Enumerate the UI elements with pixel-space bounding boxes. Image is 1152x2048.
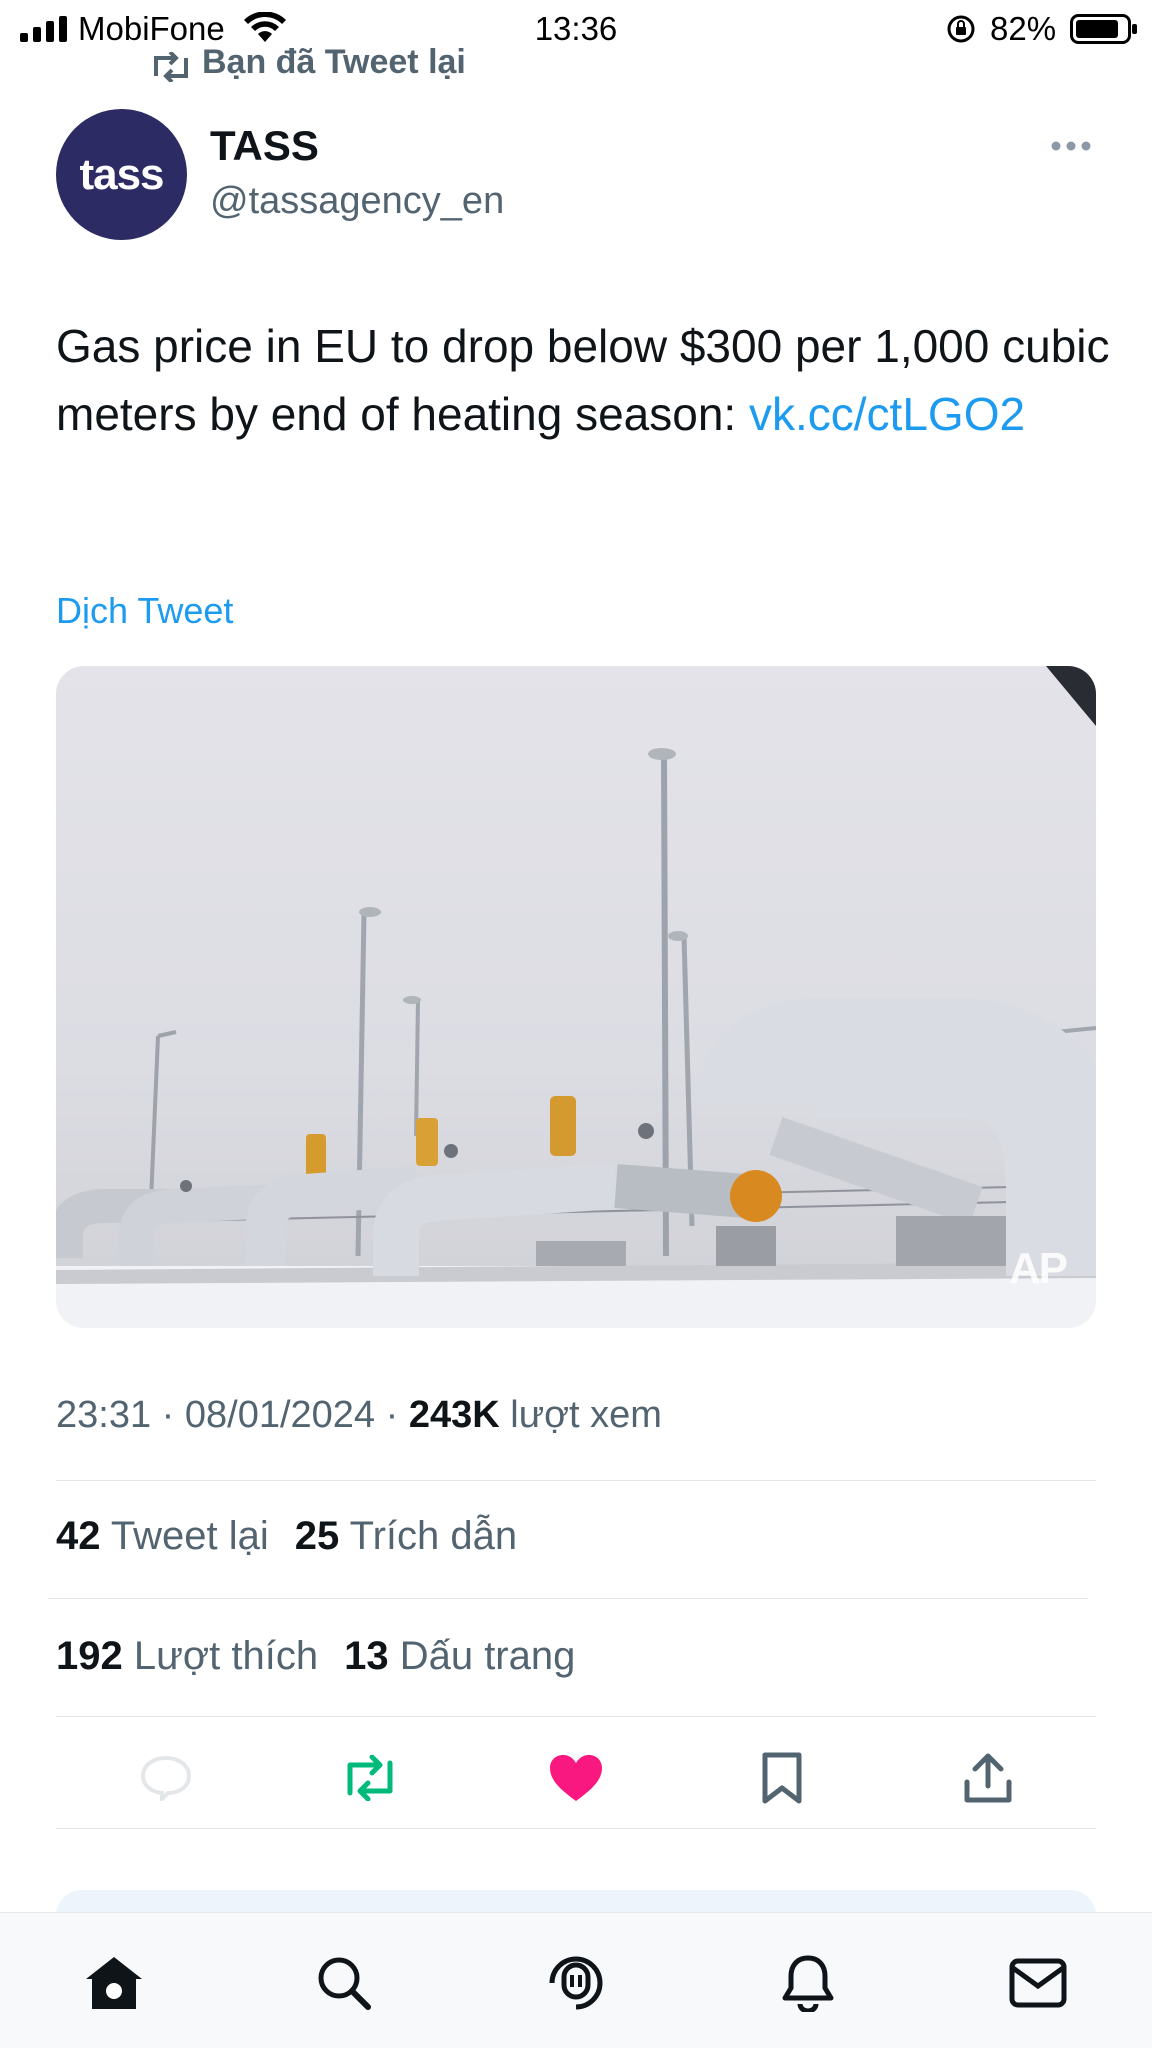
search-icon [318,1957,371,2010]
tab-home[interactable] [84,1953,144,2013]
battery-icon [1070,14,1137,44]
tweet-text: Gas price in EU to drop below $300 per 1… [56,312,1116,448]
share-icon [964,1753,1012,1803]
quotes-count: 25 [294,1514,340,1558]
tab-spaces[interactable] [546,1953,606,2013]
author-name[interactable]: TASS [210,122,319,170]
bookmarks-count: 13 [344,1634,389,1678]
quotes-stat[interactable]: 25 Trích dẫn [295,1514,517,1559]
avatar-logo: tass [79,149,164,199]
bookmarks-label: Dấu trang [399,1634,576,1678]
more-options-icon[interactable] [1050,136,1092,156]
tweet-meta: 23:31 · 08/01/2024 · 243K lượt xem [56,1394,662,1437]
like-stats: 192 Lượt thích 13 Dấu trang [56,1634,575,1679]
translate-tweet-link[interactable]: Dịch Tweet [56,590,233,632]
retweet-stats: 42 Tweet lại 25 Trích dẫn [56,1514,517,1559]
bookmarks-stat[interactable]: 13 Dấu trang [344,1634,575,1679]
tweet-date: 08/01/2024 [184,1394,376,1436]
like-button[interactable] [546,1752,606,1804]
notifications-icon [782,1955,834,2012]
like-icon [550,1755,602,1801]
retweet-button[interactable] [340,1752,400,1804]
quotes-label: Trích dẫn [349,1514,518,1558]
home-icon [86,1957,142,2009]
tab-notifications[interactable] [778,1953,838,2013]
orientation-lock-icon [947,15,975,43]
avatar[interactable]: tass [56,109,187,240]
author-handle[interactable]: @tassagency_en [210,180,504,223]
photo-credit: AP [1008,1244,1068,1293]
tweet-photo[interactable]: AP [56,666,1096,1328]
spaces-icon [549,1956,603,2010]
bookmark-button[interactable] [752,1752,812,1804]
bookmark-icon [762,1752,802,1804]
pipeline-photo [56,666,1096,1328]
social-context: Bạn đã Tweet lại [150,42,466,82]
divider [56,1828,1096,1829]
retweets-stat[interactable]: 42 Tweet lại [56,1514,269,1559]
bottom-tab-bar [0,1912,1152,2048]
tweet-time: 23:31 [56,1394,152,1436]
retweets-count: 42 [56,1514,101,1558]
messages-icon [1009,1958,1067,2008]
retweets-label: Tweet lại [110,1514,269,1558]
tweet-link[interactable]: vk.cc/ctLGO2 [749,388,1025,440]
views-label: lượt xem [510,1394,662,1436]
views-count: 243K [408,1394,500,1436]
share-button[interactable] [958,1752,1018,1804]
tab-messages[interactable] [1008,1953,1068,2013]
divider [56,1716,1096,1717]
reply-icon [140,1755,192,1801]
likes-count: 192 [56,1634,123,1678]
tab-search[interactable] [314,1953,374,2013]
tweet-actions [56,1738,1096,1818]
meta-separator: · [161,1394,175,1436]
social-context-label: Bạn đã Tweet lại [202,43,466,81]
likes-label: Lượt thích [133,1634,319,1678]
retweet-icon [154,52,188,82]
battery-percent: 82% [990,10,1057,47]
likes-stat[interactable]: 192 Lượt thích [56,1634,318,1679]
reply-button[interactable] [136,1752,196,1804]
meta-separator: · [385,1394,399,1436]
divider [48,1598,1088,1599]
divider [56,1480,1096,1481]
retweet-icon [347,1755,393,1801]
